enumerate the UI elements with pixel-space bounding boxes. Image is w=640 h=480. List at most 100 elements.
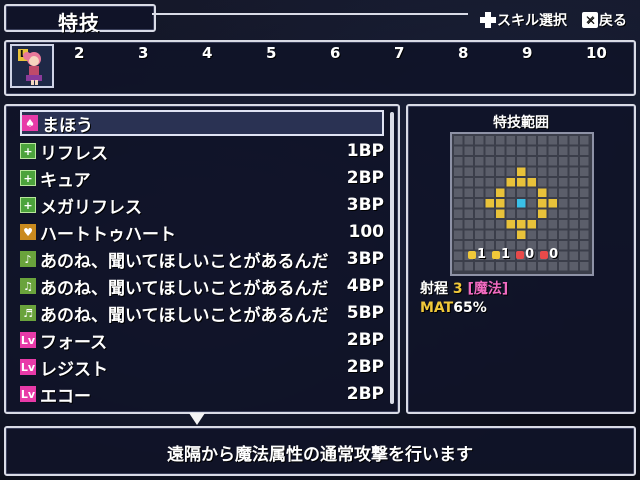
skill-name: メガリフレス [40, 197, 142, 218]
range-cell [496, 157, 505, 166]
party-slot-2[interactable]: 2 [74, 44, 84, 62]
range-cell [580, 209, 589, 218]
range-cell [559, 136, 568, 145]
party-slot-10[interactable]: 10 [586, 44, 607, 62]
music-note-icon: ♬ [20, 305, 36, 321]
range-cell [485, 209, 494, 218]
range-cell [475, 136, 484, 145]
skill-row[interactable]: ♪ あのね、聞いてほしいことがあるんだ 3BP [20, 246, 384, 272]
range-cell [569, 230, 578, 239]
party-slot-5[interactable]: 5 [266, 44, 276, 62]
range-cell [559, 199, 568, 208]
skill-name: あのね、聞いてほしいことがあるんだ [40, 251, 329, 272]
range-cell [538, 199, 547, 208]
range-cell [580, 251, 589, 260]
range-cell [496, 188, 505, 197]
skill-name: まほう [42, 115, 93, 136]
range-cell [580, 146, 589, 155]
range-cell [506, 146, 515, 155]
party-slot-7[interactable]: 7 [394, 44, 404, 62]
skill-row[interactable]: + リフレス 1BP [20, 138, 384, 164]
range-cell [548, 188, 557, 197]
party-slot-9[interactable]: 9 [522, 44, 532, 62]
range-cell [559, 146, 568, 155]
range-cell [485, 136, 494, 145]
range-cell [454, 199, 463, 208]
skill-cost: 2BP [346, 330, 384, 350]
skill-row[interactable]: Lv フォース 2BP [20, 327, 384, 353]
range-cell [580, 241, 589, 250]
up-stat: 1 [468, 247, 486, 262]
music-note-icon: ♪ [20, 251, 36, 267]
heal-plus-icon: + [20, 143, 36, 159]
list-scrollbar[interactable] [390, 112, 394, 404]
range-cell [569, 262, 578, 271]
skill-row-magic[interactable]: ♠ まほう [20, 110, 384, 136]
range-stats: 1 1 0 0 [468, 247, 558, 262]
range-cell [527, 188, 536, 197]
range-cell [527, 199, 536, 208]
range-cell [496, 146, 505, 155]
skill-row[interactable]: + キュア 2BP [20, 165, 384, 191]
range-cell [454, 241, 463, 250]
range-cell [548, 220, 557, 229]
party-slot-8[interactable]: 8 [458, 44, 468, 62]
skill-row[interactable]: Lv レジスト 2BP [20, 354, 384, 380]
skill-row[interactable]: ♥ ハートトゥハート 100 [20, 219, 384, 245]
range-cell [538, 220, 547, 229]
range-cell [548, 167, 557, 176]
skill-name: あのね、聞いてほしいことがあるんだ [40, 305, 329, 326]
range-cell [475, 220, 484, 229]
party-slot-6[interactable]: 6 [330, 44, 340, 62]
skill-row[interactable]: Lv エコー 2BP [20, 381, 384, 407]
range-cell [464, 209, 473, 218]
heart-icon: ♥ [20, 224, 36, 240]
range-cell [569, 241, 578, 250]
range-cell [454, 157, 463, 166]
range-cell [538, 262, 547, 271]
range-cell [538, 167, 547, 176]
range-cell [464, 146, 473, 155]
range-cell [559, 188, 568, 197]
range-cell [559, 220, 568, 229]
range-cell [506, 167, 515, 176]
range-cell [580, 188, 589, 197]
back-hint[interactable]: ✕ 戻る [582, 10, 627, 30]
skill-select-hint[interactable]: スキル選択 [480, 10, 567, 30]
party-slot-1[interactable]: L [10, 44, 54, 88]
screen-title: 特技 [58, 11, 100, 35]
range-cell [538, 178, 547, 187]
range-cell [538, 188, 547, 197]
down-arrow-icon [492, 250, 501, 259]
range-cell [580, 230, 589, 239]
skill-row[interactable]: + メガリフレス 3BP [20, 192, 384, 218]
heal-plus-icon: + [20, 170, 36, 186]
range-cell [548, 199, 557, 208]
range-cell [569, 178, 578, 187]
range-cell [506, 136, 515, 145]
party-slot-3[interactable]: 3 [138, 44, 148, 62]
skill-row[interactable]: ♫ あのね、聞いてほしいことがあるんだ 4BP [20, 273, 384, 299]
skill-row[interactable]: ♬ あのね、聞いてほしいことがあるんだ 5BP [20, 300, 384, 326]
party-slot-4[interactable]: 4 [202, 44, 212, 62]
range-cell [527, 262, 536, 271]
range-info: 射程 3 [魔法] [420, 278, 508, 298]
range-cell [475, 262, 484, 271]
range-cell [485, 157, 494, 166]
character-portrait-icon [23, 52, 42, 85]
range-cell [517, 157, 526, 166]
range-cell [517, 209, 526, 218]
range-cell [569, 188, 578, 197]
range-cell [475, 188, 484, 197]
range-cell [496, 220, 505, 229]
range-cell [548, 230, 557, 239]
range-cell [538, 157, 547, 166]
down-arrow-icon [540, 250, 549, 259]
range-cell [506, 157, 515, 166]
range-cell [527, 167, 536, 176]
range-cell [464, 136, 473, 145]
skill-range-panel: 特技範囲 1 1 0 0 射程 3 [魔法] MAT65% [406, 104, 636, 414]
range-cell [496, 199, 505, 208]
range-cell [496, 209, 505, 218]
range-cell [527, 136, 536, 145]
